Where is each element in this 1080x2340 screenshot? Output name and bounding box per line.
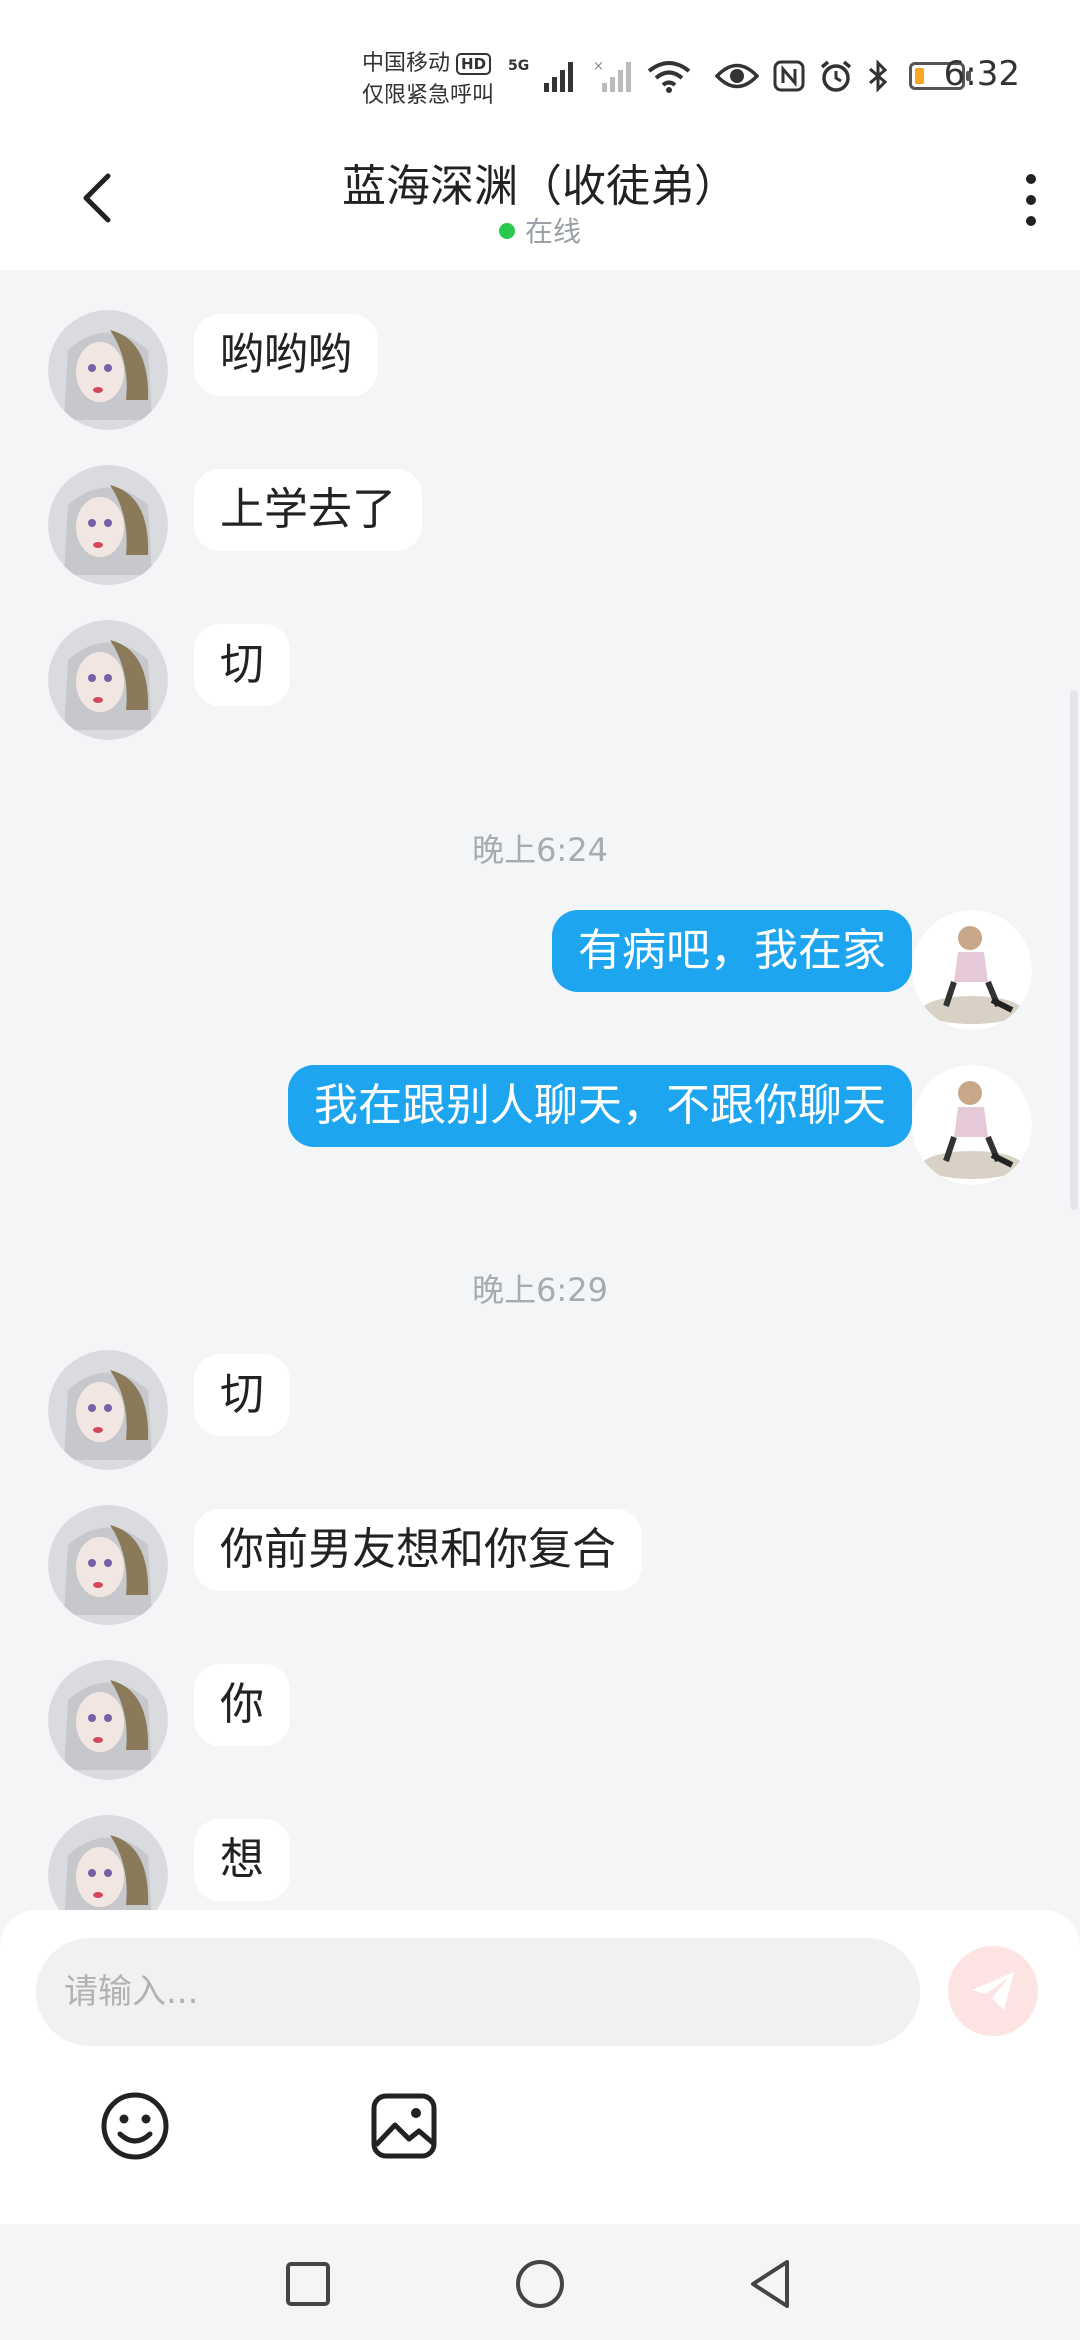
contact-avatar-image <box>48 620 168 740</box>
contact-avatar[interactable] <box>48 465 168 585</box>
incoming-message: 切 <box>0 1350 1080 1470</box>
wifi-icon <box>647 61 691 93</box>
emoji-icon <box>101 2092 169 2160</box>
outgoing-message: 我在跟别人聊天，不跟你聊天 <box>0 1065 1080 1185</box>
message-bubble[interactable]: 有病吧，我在家 <box>552 910 912 992</box>
status-bar: 中国移动 HD 仅限紧急呼叫 5G × 6:32 <box>0 0 1080 140</box>
contact-avatar-image <box>48 1505 168 1625</box>
message-bubble[interactable]: 想 <box>194 1819 290 1901</box>
message-bubble[interactable]: 上学去了 <box>194 469 422 551</box>
contact-avatar[interactable] <box>48 1660 168 1780</box>
online-status: 在线 <box>0 210 1080 250</box>
nav-back-button[interactable] <box>742 2256 798 2312</box>
my-avatar[interactable] <box>912 910 1032 1030</box>
incoming-message: 你 <box>0 1660 1080 1780</box>
incoming-message: 上学去了 <box>0 465 1080 585</box>
timestamp: 晚上6:29 <box>472 1271 608 1309</box>
chat-header: 蓝海深渊（收徒弟） 在线 <box>0 140 1080 270</box>
status-icons: 5G × <box>508 56 972 96</box>
contact-avatar-image <box>48 1660 168 1780</box>
composer <box>0 1910 1080 2224</box>
more-vertical-icon <box>1026 174 1036 226</box>
incoming-message: 想 <box>0 1815 1080 1910</box>
contact-avatar-image <box>48 1815 168 1910</box>
emoji-button[interactable] <box>95 2086 175 2166</box>
signal-no-service-icon: × <box>593 59 632 92</box>
contact-avatar[interactable] <box>48 1350 168 1470</box>
contact-avatar[interactable] <box>48 1815 168 1910</box>
my-avatar-image <box>912 1065 1032 1185</box>
message-list[interactable]: 哟哟哟 上学去了切晚上6:24 有病吧，我在家 我在跟别人聊天，不跟你聊天 晚上6:29… <box>0 270 1080 1910</box>
message-bubble[interactable]: 哟哟哟 <box>194 314 378 396</box>
home-icon <box>516 2260 564 2308</box>
message-bubble[interactable]: 切 <box>194 1354 290 1436</box>
message-bubble[interactable]: 切 <box>194 624 290 706</box>
image-button[interactable] <box>364 2086 444 2166</box>
message-input[interactable] <box>36 1938 920 2046</box>
contact-avatar[interactable] <box>48 310 168 430</box>
recents-button[interactable] <box>280 2256 336 2312</box>
send-button[interactable] <box>948 1946 1038 2036</box>
contact-avatar[interactable] <box>48 1505 168 1625</box>
incoming-message: 切 <box>0 620 1080 740</box>
my-avatar[interactable] <box>912 1065 1032 1185</box>
more-options-button[interactable] <box>1006 170 1056 230</box>
message-bubble[interactable]: 你 <box>194 1664 290 1746</box>
recents-icon <box>286 2262 330 2306</box>
online-status-text: 在线 <box>524 215 581 248</box>
system-nav-bar <box>0 2224 1080 2340</box>
eye-icon <box>715 63 760 89</box>
send-icon <box>972 1972 1014 2010</box>
alarm-icon <box>821 60 852 92</box>
image-icon <box>371 2093 437 2159</box>
message-bubble[interactable]: 你前男友想和你复合 <box>194 1509 642 1591</box>
chat-title: 蓝海深渊（收徒弟） <box>342 161 738 212</box>
timestamp: 晚上6:24 <box>472 831 608 869</box>
hd-badge: HD <box>456 53 492 75</box>
contact-avatar-image <box>48 1350 168 1470</box>
contact-avatar-image <box>48 310 168 430</box>
emergency-only-text: 仅限紧急呼叫 <box>362 83 495 108</box>
online-dot-icon <box>498 223 515 239</box>
home-button[interactable] <box>512 2256 568 2312</box>
outgoing-message: 有病吧，我在家 <box>0 910 1080 1030</box>
contact-avatar[interactable] <box>48 620 168 740</box>
network-type: 5G <box>508 58 530 74</box>
back-icon <box>751 2260 789 2308</box>
nfc-icon <box>773 60 805 92</box>
svg-text:×: × <box>593 59 604 74</box>
incoming-message: 哟哟哟 <box>0 310 1080 430</box>
signal-icon <box>544 62 574 92</box>
contact-avatar-image <box>48 465 168 585</box>
clock: 6:32 <box>943 54 1020 94</box>
carrier-info: 中国移动 HD 仅限紧急呼叫 <box>362 48 494 112</box>
carrier-name: 中国移动 <box>362 51 451 76</box>
bluetooth-icon <box>869 59 888 93</box>
message-bubble[interactable]: 我在跟别人聊天，不跟你聊天 <box>288 1065 912 1147</box>
incoming-message: 你前男友想和你复合 <box>0 1505 1080 1625</box>
my-avatar-image <box>912 910 1032 1030</box>
